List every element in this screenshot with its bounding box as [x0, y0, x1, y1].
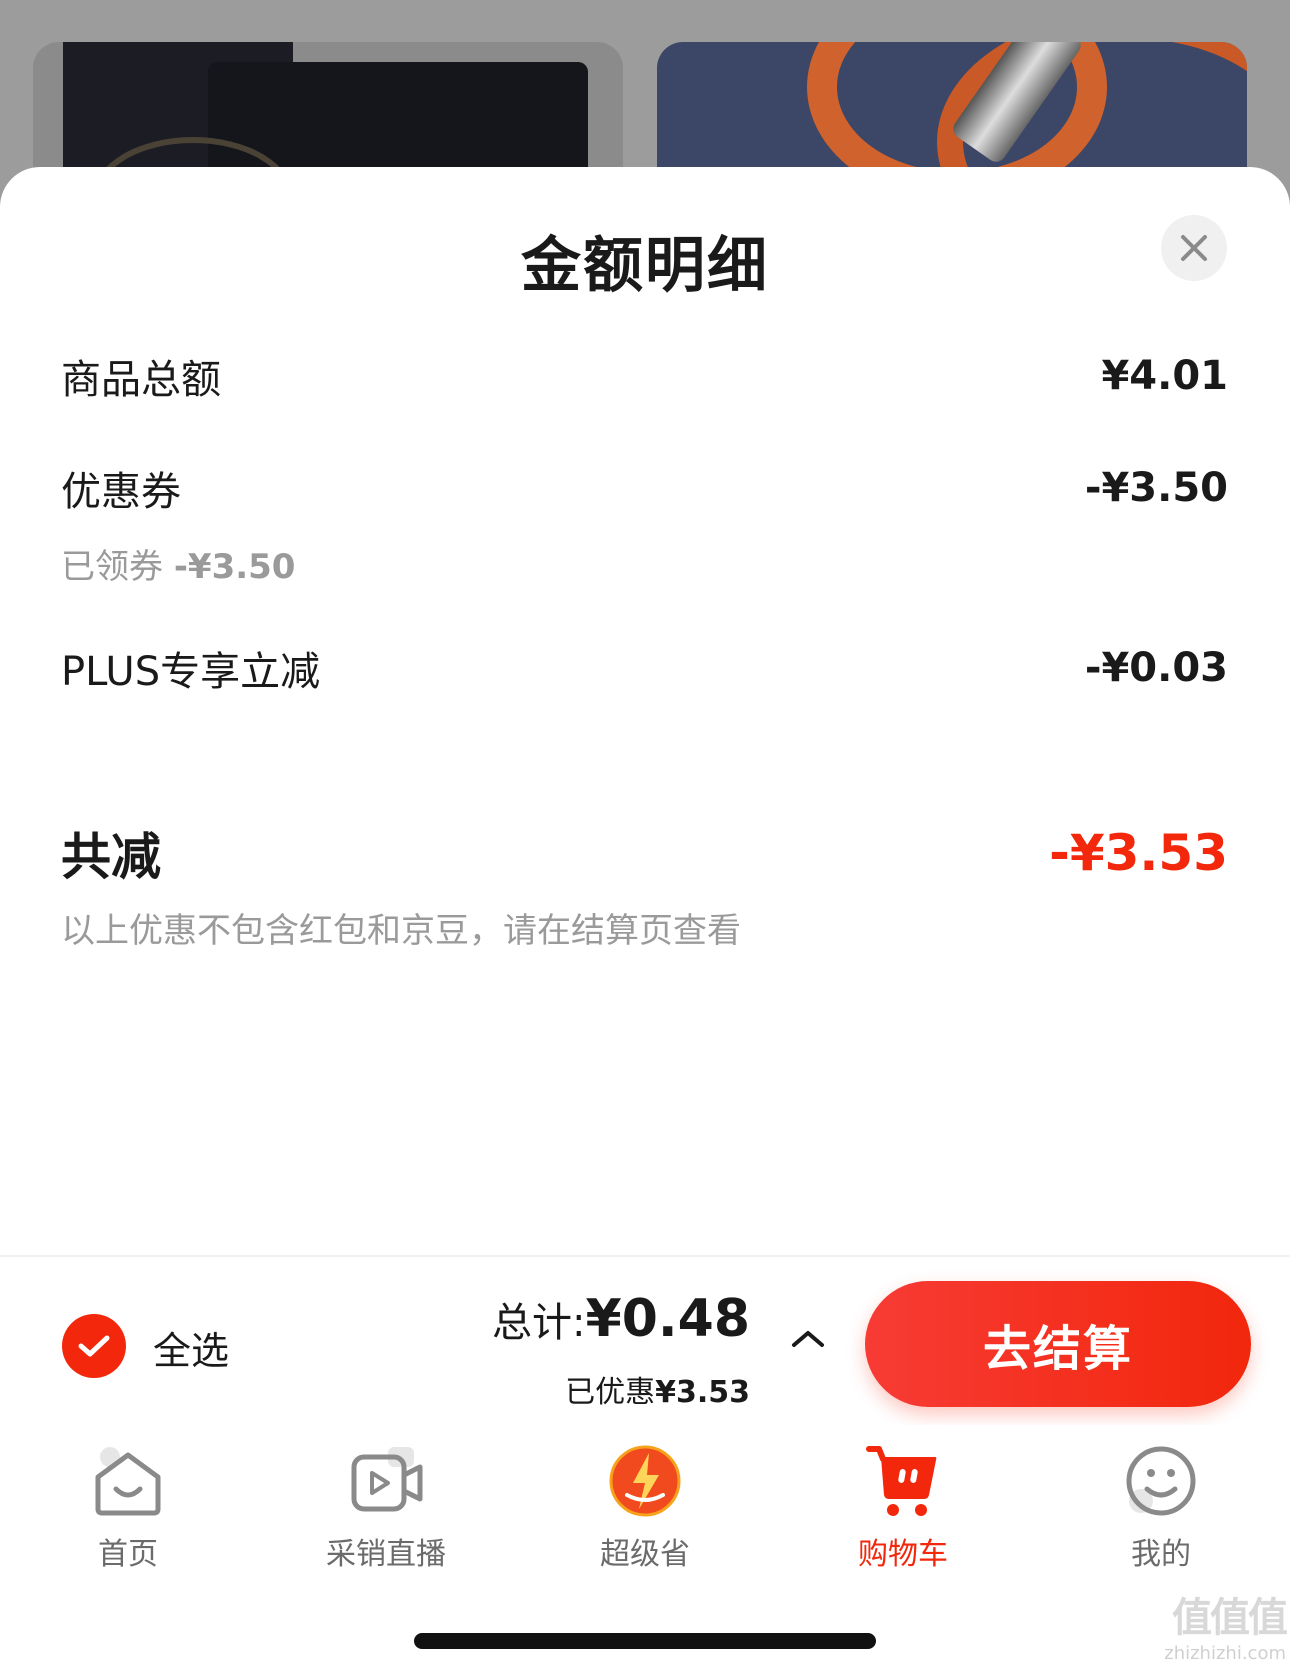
tab-cart-label: 购物车: [858, 1537, 948, 1572]
goods-total-row: 商品总额 ¥4.01: [61, 347, 1228, 405]
total-discount-value: -¥3.53: [1049, 824, 1228, 882]
coupon-row: 优惠券 -¥3.50: [61, 459, 1228, 517]
coupon-note-value: -¥3.50: [173, 547, 296, 587]
checkmark-icon: [78, 1335, 110, 1357]
coupon-label: 优惠券: [61, 469, 181, 515]
watermark: 值值值 zhizhizhi.com: [1138, 1585, 1288, 1664]
plus-discount-label: PLUS专享立减: [61, 649, 321, 695]
tab-cart[interactable]: 购物车: [793, 1443, 1013, 1573]
saved-value: ¥3.53: [655, 1375, 750, 1410]
home-icon: [95, 1447, 161, 1516]
total-label: 总计:: [492, 1300, 586, 1346]
live-video-icon: [351, 1447, 423, 1512]
plus-discount-row: PLUS专享立减 -¥0.03: [61, 639, 1228, 697]
goods-total-value: ¥4.01: [1101, 353, 1228, 399]
chevron-up-icon[interactable]: [790, 1323, 826, 1353]
select-all-label[interactable]: 全选: [153, 1320, 229, 1375]
discount-disclaimer: 以上优惠不包含红包和京豆，请在结算页查看: [61, 911, 741, 951]
total-discount-label: 共减: [61, 828, 161, 886]
watermark-site: zhizhizhi.com: [1164, 1643, 1286, 1664]
coupon-note: 已领券 -¥3.50: [61, 539, 295, 588]
sheet-title: 金额明细: [521, 231, 769, 301]
goods-total-label: 商品总额: [61, 357, 221, 403]
close-button[interactable]: [1161, 215, 1227, 281]
smiley-profile-icon: [1126, 1446, 1196, 1516]
tab-home[interactable]: 首页: [18, 1443, 238, 1573]
coupon-note-prefix: 已领券: [61, 547, 163, 587]
close-icon: [1181, 235, 1207, 261]
total-discount-row: 共减 -¥3.53: [61, 817, 1228, 889]
tab-super-save-label: 超级省: [600, 1537, 690, 1572]
cart-bottom-bar: 全选 总计:¥0.48 已优惠¥3.53 去结算: [0, 1255, 1290, 1425]
tab-profile[interactable]: 我的: [1051, 1443, 1271, 1573]
checkout-button[interactable]: 去结算: [865, 1281, 1251, 1407]
home-indicator: [414, 1633, 876, 1649]
plus-discount-value: -¥0.03: [1084, 645, 1228, 691]
select-all-checkbox[interactable]: [62, 1314, 126, 1378]
tab-live-label: 采销直播: [326, 1537, 446, 1572]
total-value: ¥0.48: [585, 1289, 750, 1349]
watermark-glyphs: 值值值: [1172, 1595, 1288, 1641]
bottom-tab-bar: 首页 采销直播 超级省 购物车 我的: [0, 1425, 1290, 1585]
super-save-icon: [609, 1445, 681, 1517]
coupon-value: -¥3.50: [1084, 465, 1228, 511]
tab-live[interactable]: 采销直播: [276, 1443, 496, 1573]
saved-label: 已优惠: [565, 1375, 656, 1410]
total-price: 总计:¥0.48: [492, 1289, 750, 1349]
saved-amount: 已优惠¥3.53: [565, 1367, 750, 1411]
tab-super-save[interactable]: 超级省: [535, 1443, 755, 1573]
tab-home-label: 首页: [98, 1537, 158, 1572]
cart-icon: [866, 1446, 937, 1516]
tab-profile-label: 我的: [1131, 1537, 1191, 1572]
